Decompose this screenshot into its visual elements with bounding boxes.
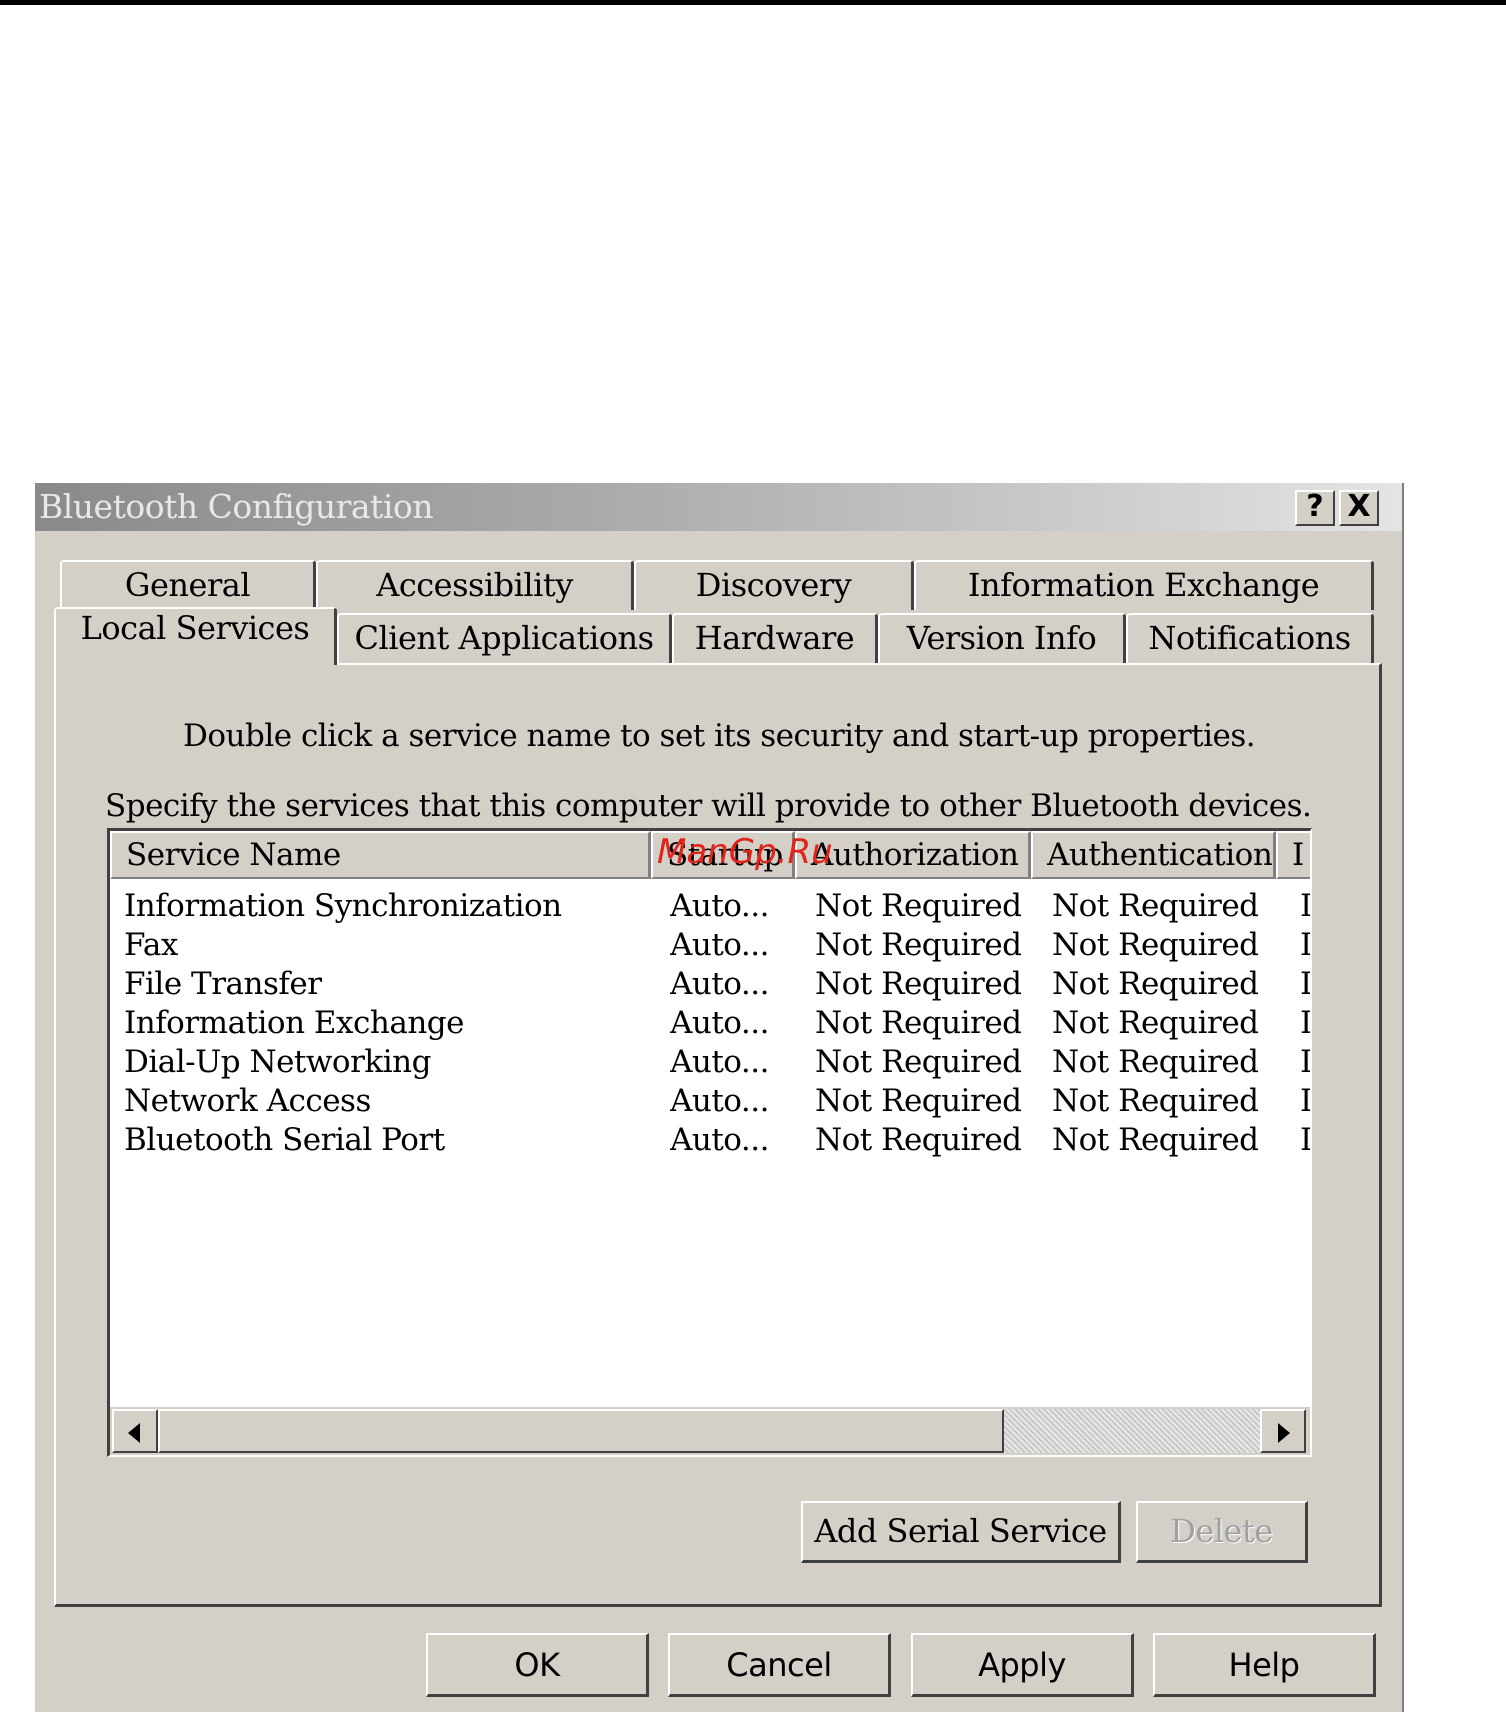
title-bar[interactable]: Bluetooth Configuration ? X — [35, 483, 1402, 531]
scrollbar-track[interactable] — [1004, 1409, 1260, 1453]
tab-local-services[interactable]: Local Services — [54, 607, 337, 665]
scrollbar-thumb[interactable] — [158, 1409, 1004, 1453]
authorization-cell: Not Required — [815, 1005, 1022, 1041]
scroll-left-button[interactable] — [112, 1409, 158, 1453]
column-header-truncated[interactable]: I — [1276, 831, 1310, 879]
apply-button[interactable]: Apply — [911, 1633, 1134, 1697]
services-list[interactable]: Service Name Startup Authorization Authe… — [107, 828, 1312, 1457]
help-button[interactable]: Help — [1153, 1633, 1376, 1697]
tab-general[interactable]: General — [60, 560, 316, 610]
truncated-cell: I — [1300, 1083, 1312, 1119]
startup-cell: Auto... — [670, 1122, 769, 1158]
service-name-cell: Information Synchronization — [124, 888, 562, 924]
instruction-text: Double click a service name to set its s… — [183, 718, 1256, 754]
authorization-cell: Not Required — [815, 1044, 1022, 1080]
service-name-cell: Information Exchange — [124, 1005, 464, 1041]
authorization-cell: Not Required — [815, 927, 1022, 963]
tab-discovery[interactable]: Discovery — [634, 560, 914, 610]
cancel-button[interactable]: Cancel — [668, 1633, 891, 1697]
truncated-cell: I — [1300, 1122, 1312, 1158]
service-name-cell: Fax — [124, 927, 178, 963]
service-name-cell: File Transfer — [124, 966, 322, 1002]
tab-notifications[interactable]: Notifications — [1126, 613, 1374, 663]
table-row[interactable]: Network Access Auto... Not Required Not … — [110, 1082, 1310, 1121]
tab-hardware[interactable]: Hardware — [672, 613, 878, 663]
startup-cell: Auto... — [670, 1005, 769, 1041]
delete-button[interactable]: Delete — [1136, 1501, 1308, 1563]
truncated-cell: I — [1300, 966, 1312, 1002]
left-arrow-icon — [128, 1423, 140, 1443]
authentication-cell: Not Required — [1052, 927, 1259, 963]
column-header-authentication[interactable]: Authentication — [1031, 831, 1276, 879]
authorization-cell: Not Required — [815, 888, 1022, 924]
table-row[interactable]: Information Synchronization Auto... Not … — [110, 887, 1310, 926]
tab-client-applications[interactable]: Client Applications — [337, 613, 672, 663]
table-row[interactable]: Bluetooth Serial Port Auto... Not Requir… — [110, 1121, 1310, 1160]
table-row[interactable]: Dial-Up Networking Auto... Not Required … — [110, 1043, 1310, 1082]
startup-cell: Auto... — [670, 966, 769, 1002]
tab-version-info[interactable]: Version Info — [878, 613, 1126, 663]
table-row[interactable]: Fax Auto... Not Required Not Required I — [110, 926, 1310, 965]
authentication-cell: Not Required — [1052, 966, 1259, 1002]
authorization-cell: Not Required — [815, 1083, 1022, 1119]
scroll-right-button[interactable] — [1260, 1409, 1306, 1453]
authorization-cell: Not Required — [815, 1122, 1022, 1158]
table-row[interactable]: File Transfer Auto... Not Required Not R… — [110, 965, 1310, 1004]
right-arrow-icon — [1278, 1423, 1290, 1443]
authentication-cell: Not Required — [1052, 1044, 1259, 1080]
tab-information-exchange[interactable]: Information Exchange — [914, 560, 1374, 610]
column-header-service-name[interactable]: Service Name — [110, 831, 651, 879]
truncated-cell: I — [1300, 888, 1312, 924]
authentication-cell: Not Required — [1052, 1083, 1259, 1119]
service-name-cell: Bluetooth Serial Port — [124, 1122, 445, 1158]
ok-button[interactable]: OK — [426, 1633, 649, 1697]
authentication-cell: Not Required — [1052, 888, 1259, 924]
description-text: Specify the services that this computer … — [105, 788, 1312, 824]
watermark: ManGp.Ru — [657, 832, 833, 872]
horizontal-scrollbar[interactable] — [110, 1407, 1310, 1455]
truncated-cell: I — [1300, 927, 1312, 963]
service-name-cell: Network Access — [124, 1083, 371, 1119]
add-serial-service-button[interactable]: Add Serial Service — [801, 1501, 1121, 1563]
window-title: Bluetooth Configuration — [39, 487, 434, 526]
startup-cell: Auto... — [670, 927, 769, 963]
table-row[interactable]: Information Exchange Auto... Not Require… — [110, 1004, 1310, 1043]
help-title-button[interactable]: ? — [1295, 490, 1335, 526]
startup-cell: Auto... — [670, 888, 769, 924]
service-name-cell: Dial-Up Networking — [124, 1044, 431, 1080]
authentication-cell: Not Required — [1052, 1005, 1259, 1041]
authentication-cell: Not Required — [1052, 1122, 1259, 1158]
close-title-button[interactable]: X — [1339, 490, 1379, 526]
startup-cell: Auto... — [670, 1083, 769, 1119]
top-rule — [0, 0, 1506, 5]
truncated-cell: I — [1300, 1044, 1312, 1080]
truncated-cell: I — [1300, 1005, 1312, 1041]
authorization-cell: Not Required — [815, 966, 1022, 1002]
startup-cell: Auto... — [670, 1044, 769, 1080]
tab-accessibility[interactable]: Accessibility — [316, 560, 634, 610]
